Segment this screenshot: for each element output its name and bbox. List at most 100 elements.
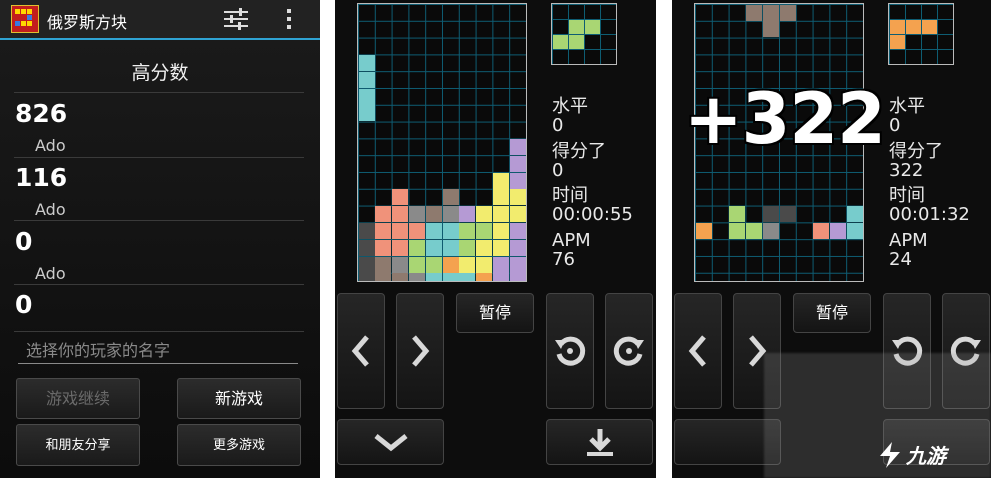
preview-block (922, 20, 937, 34)
highscore-player: Ado (35, 136, 66, 155)
chevron-left-icon (688, 335, 706, 367)
board-block (358, 273, 375, 281)
board-block (358, 256, 375, 273)
board-block (392, 273, 409, 281)
board-block (375, 273, 392, 281)
level-value: 0 (552, 115, 564, 136)
divider (14, 157, 304, 158)
board-block (358, 222, 375, 239)
game-screen-2: 水平 0 得分了 322 时间 00:01:32 APM 24 暂停 +322 (672, 0, 991, 478)
board-block (459, 239, 476, 256)
board-block (762, 222, 779, 239)
board-block (442, 256, 459, 273)
board-block (392, 222, 409, 239)
board-block (358, 88, 375, 105)
board-block (762, 21, 779, 38)
board-block (492, 189, 509, 206)
preview-block (585, 20, 600, 34)
app-logo-icon (11, 5, 39, 33)
board-block (779, 4, 796, 21)
board-block (358, 54, 375, 71)
board-block (846, 222, 863, 239)
next-piece-preview (551, 3, 617, 65)
time-label: 时间 (552, 185, 588, 206)
overflow-menu-icon[interactable] (287, 9, 291, 29)
board-block (408, 206, 425, 223)
rotate-left-button[interactable] (546, 293, 594, 409)
move-left-button[interactable] (337, 293, 385, 409)
soft-drop-button[interactable] (337, 419, 444, 465)
chevron-left-icon (351, 335, 369, 367)
board-block (509, 206, 526, 223)
board-block (392, 206, 409, 223)
new-game-button[interactable]: 新游戏 (177, 378, 301, 419)
board-block (392, 239, 409, 256)
rotate-right-button[interactable] (605, 293, 653, 409)
pause-button[interactable]: 暂停 (456, 293, 534, 333)
move-right-button[interactable] (396, 293, 444, 409)
rotate-cw-icon (613, 336, 644, 366)
highscore-player: Ado (35, 200, 66, 219)
preview-block (553, 35, 568, 49)
preview-block (906, 20, 921, 34)
score-value: 322 (889, 160, 924, 181)
highscore-player: Ado (35, 264, 66, 283)
board-block (375, 206, 392, 223)
preview-block (890, 20, 905, 34)
board-block (492, 222, 509, 239)
chevron-down-icon (373, 434, 408, 452)
preview-block (569, 20, 584, 34)
divider (14, 331, 304, 332)
board-block (358, 105, 375, 122)
move-left-button[interactable] (674, 293, 722, 409)
settings-sliders-icon[interactable] (224, 8, 248, 30)
board-block (695, 222, 712, 239)
highscore-value: 0 (15, 290, 33, 319)
board-block (492, 172, 509, 189)
board-block (509, 256, 526, 273)
board-block (509, 273, 526, 281)
board-block (476, 222, 493, 239)
board-block (762, 4, 779, 21)
game-screen-1: 水平 0 得分了 0 时间 00:00:55 APM 76 暂停 (335, 0, 656, 478)
board-block (459, 222, 476, 239)
apm-label: APM (889, 230, 928, 251)
score-label: 得分了 (889, 141, 943, 162)
continue-game-button[interactable]: 游戏继续 (16, 378, 140, 419)
board-block (459, 256, 476, 273)
board-block (729, 206, 746, 223)
score-value: 0 (552, 160, 564, 181)
board-block (846, 206, 863, 223)
watermark-text: 九游 (906, 444, 946, 468)
board-block (459, 273, 476, 281)
board-block (425, 239, 442, 256)
highscore-value: 826 (15, 99, 68, 128)
apm-label: APM (552, 230, 591, 251)
board-block (509, 155, 526, 172)
board-block (476, 206, 493, 223)
board-block (509, 172, 526, 189)
next-piece-preview (888, 3, 954, 65)
share-button[interactable]: 和朋友分享 (16, 424, 140, 466)
score-bonus-popup: +322 (684, 78, 886, 160)
preview-block (569, 35, 584, 49)
board-block (425, 222, 442, 239)
board-block (813, 222, 830, 239)
hard-drop-button[interactable] (546, 419, 653, 465)
board-block (509, 189, 526, 206)
board-block (425, 273, 442, 281)
more-games-button[interactable]: 更多游戏 (177, 424, 301, 466)
time-value: 00:00:55 (552, 204, 633, 225)
time-label: 时间 (889, 185, 925, 206)
player-name-input[interactable]: 选择你的玩家的名字 (18, 336, 298, 364)
board-block (392, 256, 409, 273)
divider (14, 92, 304, 93)
time-value: 00:01:32 (889, 204, 970, 225)
board-block (476, 239, 493, 256)
pause-button[interactable]: 暂停 (793, 293, 871, 333)
board-block (442, 239, 459, 256)
board-block (745, 4, 762, 21)
game-board[interactable] (357, 3, 527, 282)
board-block (442, 206, 459, 223)
board-block (509, 239, 526, 256)
